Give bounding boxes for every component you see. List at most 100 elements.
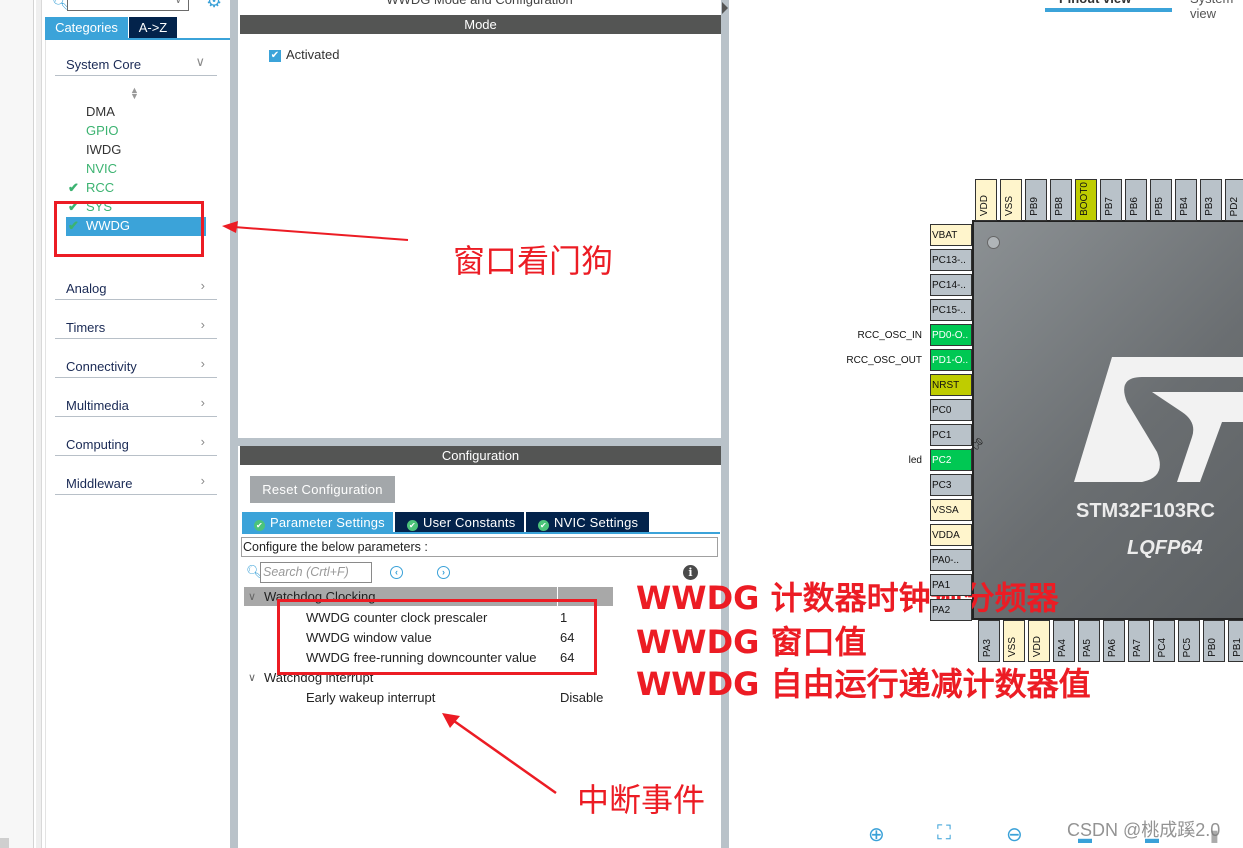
mcu-chip	[972, 220, 1243, 620]
pin-pb1[interactable]: PB1	[1228, 620, 1243, 662]
tab-underline	[242, 532, 720, 534]
tab-categories[interactable]: Categories	[45, 17, 128, 38]
pin-pc13-[interactable]: PC13-..	[930, 249, 972, 271]
parameter-search-input[interactable]: Search (Crtl+F)	[260, 562, 372, 583]
pin-pd2[interactable]: PD2	[1225, 179, 1243, 221]
check-circle-icon: ✔	[538, 520, 549, 531]
vertical-splitter[interactable]	[230, 0, 238, 848]
pin-pc3[interactable]: PC3	[930, 474, 972, 496]
pin-pa3[interactable]: PA3	[978, 620, 1000, 662]
pin-name: VDDA	[932, 530, 960, 541]
pin-pc0[interactable]: PC0	[930, 399, 972, 421]
next-match-icon[interactable]: ›	[437, 566, 450, 579]
annotation-interrupt-label: 中断事件	[577, 781, 706, 819]
tab-label: NVIC Settings	[554, 515, 639, 530]
horizontal-splitter[interactable]	[238, 438, 721, 446]
pin-pa5[interactable]: PA5	[1078, 620, 1100, 662]
param-value[interactable]: Disable	[560, 690, 603, 705]
pin-vbat[interactable]: VBAT	[930, 224, 972, 246]
category-label: Computing	[66, 437, 129, 452]
pin-pb6[interactable]: PB6	[1125, 179, 1147, 221]
tab-a-to-z[interactable]: A->Z	[129, 17, 177, 38]
vertical-splitter[interactable]	[721, 0, 729, 848]
sidebar-item-dma[interactable]: DMA	[86, 104, 115, 119]
pin-pa1[interactable]: PA1	[930, 574, 972, 596]
pin-pc5[interactable]: PC5	[1178, 620, 1200, 662]
category-timers[interactable]: Timers ›	[55, 315, 217, 339]
zoom-out-icon[interactable]: ⊖	[1006, 822, 1023, 847]
pin-name: VDD	[1032, 635, 1043, 657]
pin-name: PC14-..	[932, 280, 966, 291]
category-connectivity[interactable]: Connectivity ›	[55, 354, 217, 378]
pin-pc2[interactable]: PC2	[930, 449, 972, 471]
annotation-box-params	[277, 599, 597, 675]
search-icon[interactable]: 🔍︎	[52, 0, 70, 10]
category-label: Analog	[66, 281, 107, 296]
pin-pb5[interactable]: PB5	[1150, 179, 1172, 221]
pin-pa6[interactable]: PA6	[1103, 620, 1125, 662]
pin-vdd[interactable]: VDD	[1028, 620, 1050, 662]
component-search-input[interactable]: ∨	[67, 0, 189, 11]
pin-pa2[interactable]: PA2	[930, 599, 972, 621]
pin-name: PA5	[1082, 638, 1093, 657]
pin-boot0[interactable]: BOOT0	[1075, 179, 1097, 221]
pin-vdd[interactable]: VDD	[975, 179, 997, 221]
previous-match-icon[interactable]: ‹	[390, 566, 403, 579]
fit-screen-icon[interactable]: ⛶	[937, 822, 951, 845]
tab-user-constants[interactable]: ✔ User Constants	[395, 512, 524, 533]
pin-pd1-o-[interactable]: PD1-O..	[930, 349, 972, 371]
collapse-arrow-icon[interactable]	[722, 2, 728, 14]
sort-icon[interactable]: ▲ ▼	[130, 86, 139, 101]
pin-pa7[interactable]: PA7	[1128, 620, 1150, 662]
pin-pc1[interactable]: PC1	[930, 424, 972, 446]
param-name[interactable]: Early wakeup interrupt	[306, 690, 435, 705]
category-label: System Core	[66, 57, 142, 72]
pin-pb8[interactable]: PB8	[1050, 179, 1072, 221]
tab-nvic-settings[interactable]: ✔ NVIC Settings	[526, 512, 649, 533]
sidebar-item-rcc[interactable]: RCC	[86, 180, 114, 195]
mode-header: Mode	[240, 15, 721, 34]
zoom-in-icon[interactable]: ⊕	[868, 822, 885, 847]
pin-vss[interactable]: VSS	[1003, 620, 1025, 662]
pin-pc4[interactable]: PC4	[1153, 620, 1175, 662]
pin-pb7[interactable]: PB7	[1100, 179, 1122, 221]
category-system-core[interactable]: System Core ∨	[55, 52, 217, 76]
reset-configuration-button[interactable]: Reset Configuration	[250, 476, 395, 503]
sidebar-item-nvic[interactable]: NVIC	[86, 161, 117, 176]
pin-pc14-[interactable]: PC14-..	[930, 274, 972, 296]
chip-name: STM32F103RC	[1076, 500, 1215, 522]
category-label: Multimedia	[66, 398, 129, 413]
pin-vdda[interactable]: VDDA	[930, 524, 972, 546]
pin1-marker	[987, 236, 1000, 249]
activated-label[interactable]: Activated	[286, 47, 339, 62]
sidebar-item-iwdg[interactable]: IWDG	[86, 142, 121, 157]
horizontal-scrollbar[interactable]	[0, 838, 9, 848]
pin-pd0-o-[interactable]: PD0-O..	[930, 324, 972, 346]
pin-name: PA4	[1057, 638, 1068, 657]
pin-vssa[interactable]: VSSA	[930, 499, 972, 521]
pin-pb0[interactable]: PB0	[1203, 620, 1225, 662]
chevron-right-icon: ›	[200, 356, 205, 371]
category-analog[interactable]: Analog ›	[55, 276, 217, 300]
chevron-down-icon[interactable]: ∨	[248, 590, 256, 603]
pin-pb3[interactable]: PB3	[1200, 179, 1222, 221]
tab-system-view[interactable]: System view	[1190, 0, 1243, 21]
pin-pc15-[interactable]: PC15-..	[930, 299, 972, 321]
pin-vss[interactable]: VSS	[1000, 179, 1022, 221]
pin-pb9[interactable]: PB9	[1025, 179, 1047, 221]
category-computing[interactable]: Computing ›	[55, 432, 217, 456]
sidebar-item-gpio[interactable]: GPIO	[86, 123, 119, 138]
activated-checkbox[interactable]: ✔	[269, 50, 281, 62]
pin-pa4[interactable]: PA4	[1053, 620, 1075, 662]
pin-pa0-[interactable]: PA0-..	[930, 549, 972, 571]
category-multimedia[interactable]: Multimedia ›	[55, 393, 217, 417]
category-label: Middleware	[66, 476, 133, 491]
pin-nrst[interactable]: NRST	[930, 374, 972, 396]
gear-icon[interactable]: ⚙	[206, 0, 224, 10]
category-middleware[interactable]: Middleware ›	[55, 471, 217, 495]
pin-pb4[interactable]: PB4	[1175, 179, 1197, 221]
chevron-down-icon[interactable]: ∨	[248, 671, 256, 684]
chevron-right-icon: ›	[200, 395, 205, 410]
chevron-down-icon[interactable]: ∨	[175, 0, 182, 6]
tab-parameter-settings[interactable]: ✔ Parameter Settings	[242, 512, 393, 533]
